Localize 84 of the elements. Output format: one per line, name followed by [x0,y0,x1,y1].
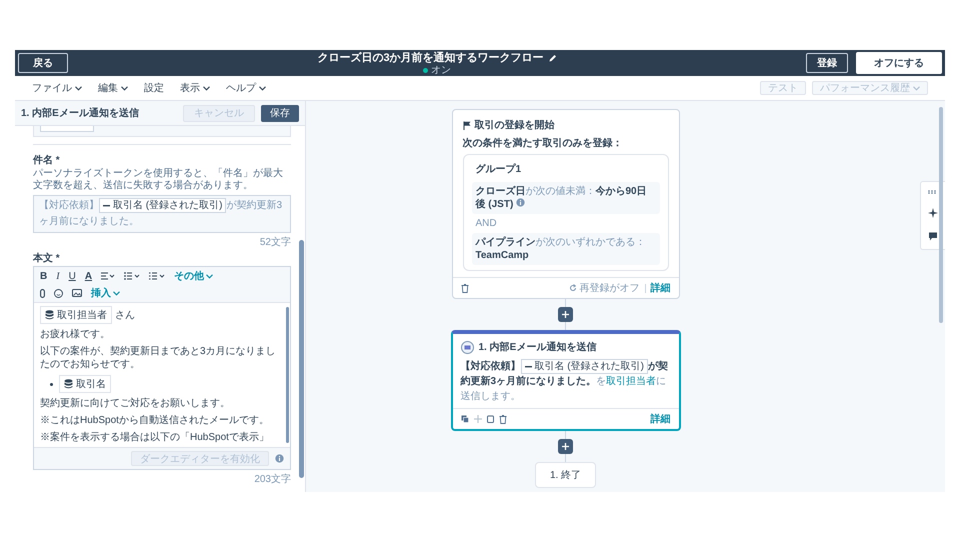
subject-field[interactable]: 【対応依頼】 取引名 (登録された取引) が契約更新3ヶ月前になりました。 [33,195,291,234]
action-summary: 【対応依頼】 取引名 (登録された取引) が契約更新3ヶ月前になりました。を取引担当者に送信します。 [459,358,669,404]
personalization-token: 取引名 [59,375,111,394]
turn-off-button[interactable]: オフにする [856,52,942,74]
menu-item[interactable]: ファイル [32,81,82,95]
end-step[interactable]: 1. 終了 [534,462,596,488]
add-step-button[interactable] [558,439,573,454]
emoji-icon[interactable] [54,288,63,298]
trigger-subtitle: 次の条件を満たす取引のみを登録： [462,136,624,150]
caret-icon [259,86,266,90]
trash-icon[interactable] [498,414,506,424]
flag-icon [462,120,470,130]
back-button[interactable]: 戻る [18,53,68,73]
personalization-token: 取引名 (登録された取引) [520,359,648,374]
field-label: 件名 * [33,154,61,167]
dash-icon [524,366,532,368]
scrollbar-thumb[interactable] [286,307,288,444]
add-step-button[interactable] [558,307,573,322]
personalization-token: 取引担当者 [40,306,112,324]
info-icon [516,198,526,207]
database-icon [45,310,54,320]
character-count: 203文字 [253,472,291,486]
grid-dots-icon[interactable] [928,190,938,194]
character-count: 52文字 [258,236,291,250]
menu-item[interactable]: 設定 [144,81,164,95]
caret-icon [913,86,920,90]
dash-icon [103,204,110,206]
register-button[interactable]: 登録 [806,53,848,73]
personalization-token: 取引名 (登録された取引) [99,198,226,213]
details-link[interactable]: 詳細 [650,412,670,426]
body-text: 契約更新に向けてご対応をお願いします。 [40,397,231,410]
group-title: グループ1 [474,162,522,177]
plus-icon [562,311,569,318]
scrollbar-thumb[interactable] [298,240,304,478]
trigger-title: 取引の登録を開始 [474,118,554,132]
image-icon[interactable] [72,289,82,298]
trigger-card[interactable]: 取引の登録を開始 次の条件を満たす取引のみを登録： グループ1 クローズ日が次の値未満：今から90日後 (JST) AND パイプラインが次のいずれかである： TeamCamp 再登録がオフ 詳細 [452,109,680,299]
menu-item[interactable]: 編集 [98,81,128,95]
condition-text: パイプラインが次のいずれかである： TeamCamp [472,233,660,265]
scrollbar-thumb[interactable] [939,107,943,323]
bullet-icon [50,382,53,386]
action-title: 1. 内部Eメール通知を送信 [478,340,596,354]
caret-icon [75,86,82,90]
body-text: ※これはHubSpotから自動送信されたメールです。 [40,414,270,428]
caret-icon [203,86,210,90]
details-link[interactable]: 詳細 [650,281,670,295]
caret-icon [113,290,120,296]
condition-text: クローズ日が次の値未満：今から90日後 (JST) [472,182,660,214]
joiner-label: AND [474,218,498,229]
text-color-button[interactable]: A [84,270,92,282]
paperclip-icon[interactable] [40,288,45,298]
database-icon [64,379,73,390]
pencil-icon[interactable] [548,54,557,62]
body-text: ※案件を表示する場合は以下の「HubSpotで表示」 [40,431,270,444]
panel-title: 1. 内部Eメール通知を送信 [21,106,140,120]
body-text: 以下の案件が、契約更新日まであと3カ月になりましたのでお知らせです。 [40,345,277,372]
align-icon[interactable] [101,272,116,280]
sparkle-icon[interactable] [928,208,938,218]
bold-button[interactable]: B [40,270,48,282]
bulleted-list-icon[interactable] [124,272,140,280]
clone-icon[interactable] [486,415,494,424]
chat-icon[interactable] [928,232,938,241]
help-text: パーソナライズトークンを使用すると、「件名」が最大文字数を超え、送信に失敗する場合があります。 [33,168,284,192]
copy-icon[interactable] [460,415,468,424]
field-label: 本文 * [33,252,61,266]
info-icon [275,454,284,464]
body-text: お疲れ様です。 [40,328,111,342]
italic-button[interactable]: I [56,270,60,282]
mail-icon [460,340,474,354]
numbered-list-icon[interactable] [149,272,166,280]
caret-icon [206,274,214,279]
save-button[interactable]: 保存 [261,104,299,122]
body-text: さん [115,309,135,322]
underline-button[interactable]: U [68,270,76,282]
plus-icon [562,443,569,450]
status-label: オン [431,65,451,76]
menu-item[interactable]: 表示 [180,81,210,95]
action-card[interactable]: 1. 内部Eメール通知を送信 【対応依頼】 取引名 (登録された取引) が契約更新3ヶ月前になりました。を取引担当者に送信します。 詳細 [450,330,680,432]
caret-icon [121,86,128,90]
refresh-icon [568,284,576,292]
workflow-title: クローズ日の3か月前を通知するワークフロー [317,50,544,65]
recipient-link[interactable]: 取引担当者 [606,376,656,388]
menu-item[interactable]: ヘルプ [226,81,266,95]
trash-icon[interactable] [460,284,468,292]
